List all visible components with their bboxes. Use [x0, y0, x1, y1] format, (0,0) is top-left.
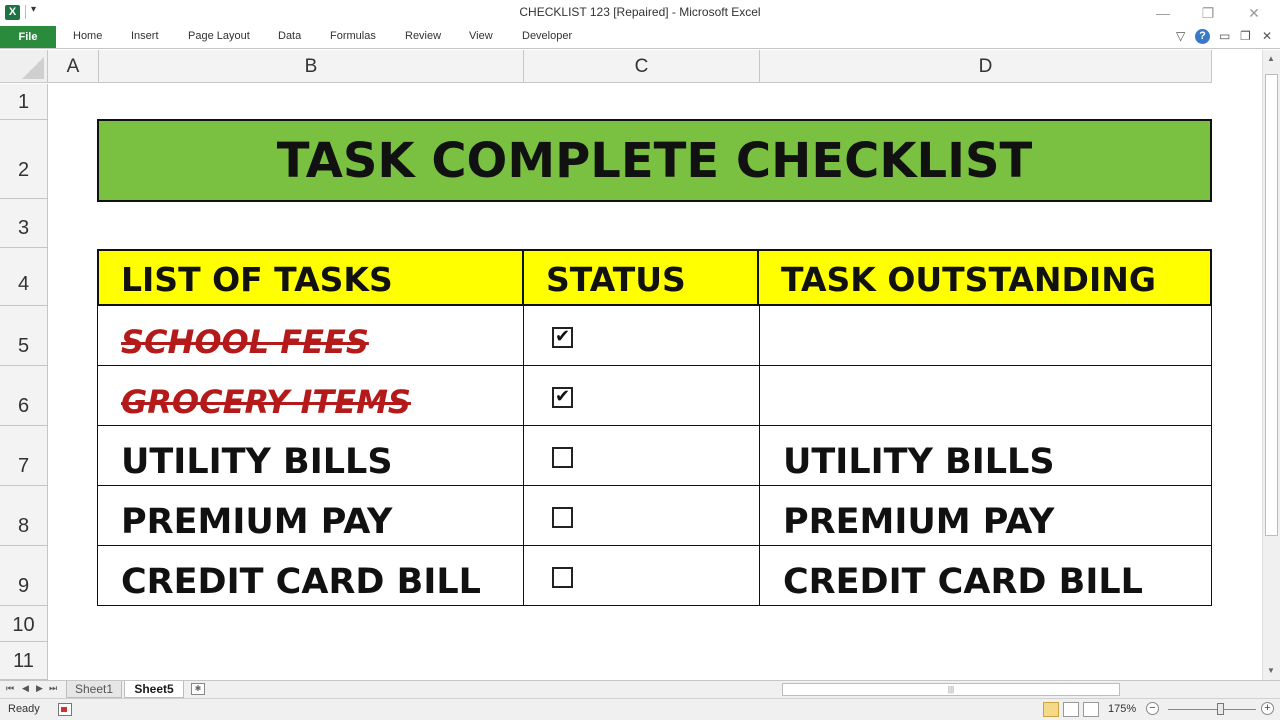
- row-header-5[interactable]: 5: [0, 306, 48, 366]
- status-cell[interactable]: [523, 546, 759, 606]
- ribbon-tabs: File Home Insert Page Layout Data Formul…: [0, 26, 1280, 49]
- minimize-window-icon[interactable]: ▭: [1219, 29, 1230, 43]
- zoom-level[interactable]: 175%: [1108, 703, 1136, 715]
- zoom-in-button[interactable]: +: [1261, 702, 1274, 715]
- select-all-corner[interactable]: [0, 50, 48, 83]
- task-text: GROCERY ITEMS: [121, 383, 411, 421]
- column-header-d[interactable]: D: [760, 50, 1212, 83]
- zoom-slider-thumb[interactable]: [1217, 703, 1224, 715]
- status-checkbox-unchecked[interactable]: [552, 567, 573, 588]
- row-header-2[interactable]: 2: [0, 120, 48, 199]
- outstanding-cell[interactable]: UTILITY BILLS: [759, 426, 1212, 486]
- header-task-outstanding[interactable]: TASK OUTSTANDING: [757, 249, 1212, 306]
- status-cell[interactable]: [523, 486, 759, 546]
- horizontal-scroll-thumb[interactable]: |||: [782, 683, 1120, 696]
- row-header-8[interactable]: 8: [0, 486, 48, 546]
- horizontal-scrollbar[interactable]: |||: [760, 683, 1250, 696]
- page-layout-view-button[interactable]: [1063, 702, 1079, 717]
- title-bar: X ▾ CHECKLIST 123 [Repaired] - Microsoft…: [0, 0, 1280, 26]
- checklist-table: LIST OF TASKS STATUS TASK OUTSTANDING SC…: [97, 249, 1212, 607]
- scroll-down-icon[interactable]: ▼: [1267, 666, 1275, 675]
- sheet-tab-sheet1[interactable]: Sheet1: [66, 681, 122, 698]
- task-cell[interactable]: CREDIT CARD BILL: [97, 546, 523, 606]
- outstanding-cell[interactable]: PREMIUM PAY: [759, 486, 1212, 546]
- task-cell[interactable]: GROCERY ITEMS: [97, 366, 523, 426]
- close-window-icon[interactable]: ✕: [1262, 29, 1272, 43]
- tab-page-layout[interactable]: Page Layout: [188, 30, 250, 42]
- last-sheet-icon[interactable]: ⏭: [49, 683, 57, 694]
- restore-window-icon[interactable]: ❐: [1240, 29, 1251, 43]
- tab-view[interactable]: View: [469, 30, 493, 42]
- scroll-up-icon[interactable]: ▲: [1267, 54, 1275, 63]
- close-button[interactable]: ✕: [1239, 3, 1269, 23]
- task-cell[interactable]: UTILITY BILLS: [97, 426, 523, 486]
- prev-sheet-icon[interactable]: ◀: [22, 683, 29, 694]
- next-sheet-icon[interactable]: ▶: [36, 683, 43, 694]
- outstanding-cell[interactable]: CREDIT CARD BILL: [759, 546, 1212, 606]
- tab-insert[interactable]: Insert: [131, 30, 159, 42]
- row-header-3[interactable]: 3: [0, 199, 48, 248]
- tab-formulas[interactable]: Formulas: [330, 30, 376, 42]
- zoom-slider-track[interactable]: [1168, 709, 1256, 710]
- column-header-b[interactable]: B: [99, 50, 524, 83]
- task-cell[interactable]: PREMIUM PAY: [97, 486, 523, 546]
- status-bar: Ready 175% − +: [0, 698, 1280, 720]
- row-header-4[interactable]: 4: [0, 248, 48, 306]
- vertical-scroll-thumb[interactable]: [1265, 74, 1278, 536]
- tab-developer[interactable]: Developer: [522, 30, 572, 42]
- window-title: CHECKLIST 123 [Repaired] - Microsoft Exc…: [519, 5, 761, 19]
- tab-review[interactable]: Review: [405, 30, 441, 42]
- status-cell[interactable]: [523, 426, 759, 486]
- file-tab[interactable]: File: [0, 26, 56, 48]
- zoom-out-button[interactable]: −: [1146, 702, 1159, 715]
- status-checkbox-checked[interactable]: ✔: [552, 327, 573, 348]
- checklist-title-banner[interactable]: TASK COMPLETE CHECKLIST: [97, 119, 1212, 202]
- status-checkbox-unchecked[interactable]: [552, 507, 573, 528]
- chevron-down-icon[interactable]: ▽: [1176, 29, 1185, 43]
- normal-view-button[interactable]: [1043, 702, 1059, 717]
- tab-data[interactable]: Data: [278, 30, 301, 42]
- outstanding-cell[interactable]: [759, 366, 1212, 426]
- status-cell[interactable]: ✔: [523, 306, 759, 366]
- macro-recording-icon[interactable]: [58, 703, 72, 716]
- spreadsheet-grid[interactable]: A B C D 1 2 3 4 5 6 7 8 9 10 11 TASK COM…: [0, 50, 1262, 680]
- row-header-6[interactable]: 6: [0, 366, 48, 426]
- column-header-c[interactable]: C: [524, 50, 760, 83]
- sheet-tab-bar: ⏮ ◀ ▶ ⏭ Sheet1 Sheet5 ✱ |||: [0, 680, 1280, 698]
- tab-home[interactable]: Home: [73, 30, 102, 42]
- status-cell[interactable]: ✔: [523, 366, 759, 426]
- page-break-view-button[interactable]: [1083, 702, 1099, 717]
- status-checkbox-checked[interactable]: ✔: [552, 387, 573, 408]
- vertical-scrollbar[interactable]: ▲ ▼: [1262, 50, 1280, 680]
- column-header-a[interactable]: A: [48, 50, 99, 83]
- minimize-button[interactable]: —: [1148, 3, 1178, 23]
- task-cell[interactable]: SCHOOL FEES: [97, 306, 523, 366]
- maximize-button[interactable]: ❐: [1193, 3, 1223, 23]
- row-header-7[interactable]: 7: [0, 426, 48, 486]
- outstanding-cell[interactable]: [759, 306, 1212, 366]
- sheet-tab-sheet5[interactable]: Sheet5: [124, 681, 184, 698]
- header-status[interactable]: STATUS: [522, 249, 759, 306]
- row-header-9[interactable]: 9: [0, 546, 48, 606]
- insert-sheet-icon[interactable]: ✱: [191, 683, 205, 695]
- status-text: Ready: [8, 703, 40, 715]
- header-list-of-tasks[interactable]: LIST OF TASKS: [97, 249, 524, 306]
- row-header-11[interactable]: 11: [0, 642, 48, 680]
- row-header-1[interactable]: 1: [0, 84, 48, 120]
- task-text: SCHOOL FEES: [121, 323, 369, 361]
- status-checkbox-unchecked[interactable]: [552, 447, 573, 468]
- first-sheet-icon[interactable]: ⏮: [6, 683, 14, 694]
- row-header-10[interactable]: 10: [0, 606, 48, 642]
- help-icon[interactable]: ?: [1195, 29, 1210, 44]
